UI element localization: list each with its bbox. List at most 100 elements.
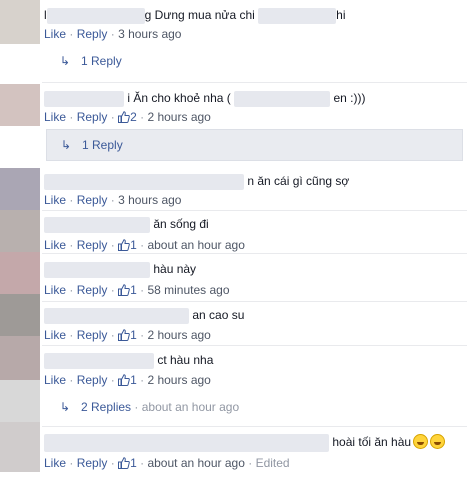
like-link[interactable]: Like — [44, 110, 66, 124]
avatar[interactable] — [0, 294, 40, 336]
comment-text: hàu này — [44, 262, 196, 278]
timestamp[interactable]: 2 hours ago — [147, 328, 210, 342]
separator: · — [110, 193, 115, 207]
like-count[interactable]: 1 — [130, 238, 137, 252]
reply-link[interactable]: Reply — [77, 27, 108, 41]
replies-row[interactable]: ↳ 1 Reply — [46, 46, 463, 76]
view-replies-link[interactable]: 1 Reply — [82, 138, 123, 152]
timestamp[interactable]: 2 hours ago — [147, 110, 210, 124]
avatar[interactable] — [0, 168, 40, 210]
redacted-name — [44, 262, 150, 278]
reply-link[interactable]: Reply — [77, 283, 108, 297]
timestamp[interactable]: 3 hours ago — [118, 27, 181, 41]
redacted-name — [44, 434, 329, 452]
reply-arrow-icon: ↳ — [60, 54, 71, 68]
separator: · — [69, 193, 74, 207]
like-link[interactable]: Like — [44, 283, 66, 297]
comment: lg Dưng mua nửa chi hi Like · Reply · 3 … — [40, 0, 469, 44]
reply-link[interactable]: Reply — [77, 328, 108, 342]
reply-link[interactable]: Reply — [77, 456, 108, 470]
like-link[interactable]: Like — [44, 193, 66, 207]
timestamp[interactable]: about an hour ago — [147, 456, 244, 470]
comment-text: ăn sống đi — [44, 217, 209, 233]
comment-text-end: hi — [336, 8, 346, 23]
replies-timestamp[interactable]: about an hour ago — [142, 400, 239, 414]
like-count[interactable]: 1 — [130, 283, 137, 297]
avatar[interactable] — [0, 84, 40, 126]
avatar[interactable] — [0, 252, 40, 294]
view-replies-link[interactable]: 2 Replies · about an hour ago — [81, 400, 239, 414]
comment-text: an cao su — [44, 308, 244, 324]
like-link[interactable]: Like — [44, 238, 66, 252]
divider — [42, 82, 467, 83]
reply-link[interactable]: Reply — [77, 238, 108, 252]
edited-label[interactable]: Edited — [256, 456, 290, 470]
timestamp[interactable]: 2 hours ago — [147, 373, 210, 387]
comment-text: hoài tối ăn hàu — [44, 434, 446, 452]
timestamp[interactable]: about an hour ago — [147, 238, 244, 252]
comment: hoài tối ăn hàu Like · Reply · 1 · about… — [40, 427, 469, 475]
comment-text: i Ăn cho khoẻ nha ( en :))) — [44, 91, 365, 107]
thumbs-up-icon — [118, 457, 130, 469]
timestamp[interactable]: 3 hours ago — [118, 193, 181, 207]
comment: hàu này Like · Reply · 1 · 58 minutes ag… — [40, 254, 469, 297]
thumbs-up-icon — [118, 374, 130, 386]
redacted-text — [258, 8, 337, 24]
view-replies-link[interactable]: 1 Reply — [81, 54, 122, 68]
comment-meta: Like · Reply · 3 hours ago — [44, 193, 181, 207]
reply-arrow-icon: ↳ — [61, 138, 72, 152]
like-count[interactable]: 1 — [130, 373, 137, 387]
separator: · — [69, 373, 74, 387]
comment-meta: Like · Reply · 1 · 58 minutes ago — [44, 283, 230, 297]
separator: · — [248, 456, 253, 470]
avatar[interactable] — [0, 422, 40, 472]
separator: · — [140, 373, 145, 387]
redacted-name — [44, 217, 150, 233]
reply-link[interactable]: Reply — [77, 373, 108, 387]
separator: · — [110, 238, 115, 252]
separator: · — [140, 456, 145, 470]
like-link[interactable]: Like — [44, 27, 66, 41]
view-replies-label[interactable]: 2 Replies — [81, 400, 131, 414]
redacted-text — [234, 91, 331, 107]
replies-row[interactable]: ↳ 2 Replies · about an hour ago — [46, 392, 463, 422]
comment: i Ăn cho khoẻ nha ( en :))) Like · Reply… — [40, 84, 469, 128]
comment-text-body: an cao su — [192, 308, 245, 323]
like-count[interactable]: 1 — [130, 456, 137, 470]
like-link[interactable]: Like — [44, 456, 66, 470]
comment-text-body: hoài tối ăn hàu — [332, 435, 412, 450]
avatar[interactable] — [0, 380, 40, 422]
separator: · — [69, 110, 74, 124]
replies-row[interactable]: ↳ 1 Reply — [46, 129, 463, 161]
redacted-name — [44, 91, 124, 107]
thumbs-up-icon — [118, 284, 130, 296]
comment-text: n ăn cái gì cũng sợ — [44, 174, 349, 190]
like-count[interactable]: 2 — [130, 110, 137, 124]
comment-meta: Like · Reply · 3 hours ago — [44, 27, 181, 41]
separator: · — [110, 373, 115, 387]
comment-text-body: ăn sống đi — [153, 217, 209, 232]
redacted-name — [46, 8, 145, 24]
comment-text: lg Dưng mua nửa chi hi — [44, 8, 345, 24]
thumbs-up-icon — [118, 239, 130, 251]
comment-text-body: hàu này — [153, 262, 197, 277]
comment-text-body: ct hàu nha — [157, 353, 214, 368]
reply-link[interactable]: Reply — [77, 193, 108, 207]
like-link[interactable]: Like — [44, 373, 66, 387]
separator: · — [134, 400, 139, 414]
separator: · — [110, 328, 115, 342]
comment: an cao su Like · Reply · 1 · 2 hours ago — [40, 302, 469, 344]
avatar[interactable] — [0, 210, 40, 252]
separator: · — [110, 456, 115, 470]
comment: ct hàu nha Like · Reply · 1 · 2 hours ag… — [40, 346, 469, 388]
reply-link[interactable]: Reply — [77, 110, 108, 124]
laughing-emoji-icon — [430, 434, 446, 450]
separator: · — [110, 110, 115, 124]
avatar[interactable] — [0, 336, 40, 380]
separator: · — [140, 238, 145, 252]
timestamp[interactable]: 58 minutes ago — [147, 283, 229, 297]
like-link[interactable]: Like — [44, 328, 66, 342]
comment: ăn sống đi Like · Reply · 1 · about an h… — [40, 211, 469, 253]
like-count[interactable]: 1 — [130, 328, 137, 342]
avatar[interactable] — [0, 0, 40, 44]
